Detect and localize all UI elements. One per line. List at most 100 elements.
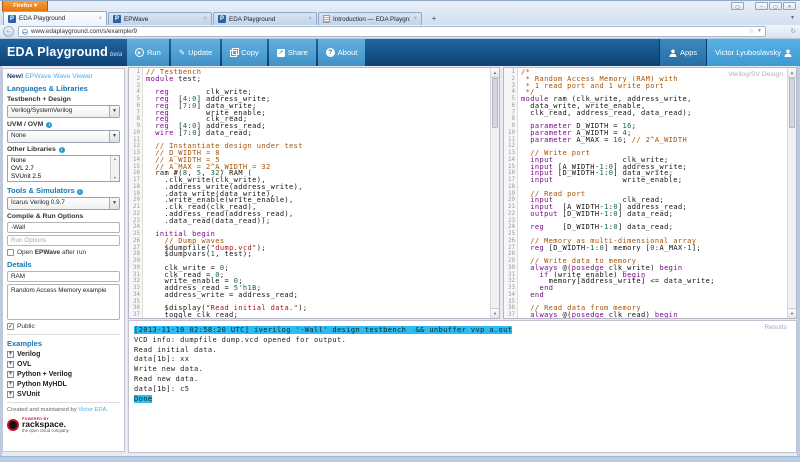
listbox-option-ovl[interactable]: OVL 2.7 [11,165,110,173]
testbench-code-area[interactable]: // Testbenchmodule test; reg clk_write; … [146,69,489,318]
scroll-down-icon[interactable]: ▼ [788,308,796,318]
code-line: * 1 read port and 1 write port [521,83,786,90]
simulator-select[interactable]: Icarus Verilog 0.9.7▼ [7,197,120,210]
compile-options-input[interactable] [7,222,120,233]
tab-close-icon[interactable]: × [413,16,417,22]
share-button[interactable]: ↗Share [269,39,316,66]
rackspace-logo[interactable]: POWERED BY rackspace. the open cloud com… [7,417,120,433]
update-button[interactable]: ✎Update [171,39,220,66]
url-bar[interactable]: ☆ ▼ [18,26,766,37]
scroll-down-icon: ▼ [111,176,119,180]
code-line: memory[address_write] <= data_write; [521,278,786,285]
open-epwave-checkbox[interactable] [7,249,14,256]
info-icon[interactable]: i [77,189,83,195]
code-line: end [521,285,786,292]
other-libraries-listbox[interactable]: None OVL 2.7 SVUnit 2.5 ▲▼ [7,155,120,182]
language-select[interactable]: Verilog/SystemVerilog▼ [7,105,120,118]
code-line: wire [7:0] data_read; [146,130,489,137]
expand-plus-icon[interactable]: + [7,371,14,378]
tab-eda-playground-2[interactable]: P EDA Playground × [213,12,317,25]
back-button[interactable]: ← [3,26,14,37]
design-editor[interactable]: 1234567891011121314151617181920212223242… [503,67,797,319]
scroll-up-icon[interactable]: ▲ [491,68,499,78]
new-tab-button[interactable]: + [426,14,442,25]
line-number: 8 [504,116,517,123]
line-number: 28 [129,251,142,258]
sidebar-item-python-verilog[interactable]: +Python + Verilog [7,370,120,378]
console-line: Read new data. [134,375,784,385]
reload-icon[interactable]: ↻ [791,26,796,37]
line-number: 35 [129,299,142,306]
public-checkbox[interactable]: ✓ [7,323,14,330]
code-line: input write_enable; [521,177,786,184]
line-number: 4 [504,89,517,96]
sidebar-item-python-myhdl[interactable]: +Python MyHDL [7,380,120,388]
apps-button[interactable]: Apps [659,39,706,66]
close-icon[interactable]: ✕ [783,2,796,10]
line-number: 22 [504,211,517,218]
tab-close-icon[interactable]: × [98,16,102,22]
toolbar: ▶Run ✎Update Copy ↗Share ?About [127,39,365,66]
run-button[interactable]: ▶Run [127,39,169,66]
list-all-tabs-icon[interactable]: ▼ [790,15,795,21]
sidebar-item-svunit[interactable]: +SVUnit [7,390,120,398]
line-number: 19 [504,191,517,198]
url-input[interactable] [31,27,745,36]
divider [7,334,120,335]
tab-close-icon[interactable]: × [203,16,207,22]
expand-plus-icon[interactable]: + [7,381,14,388]
run-options-input[interactable] [7,235,120,246]
line-number: 26 [129,238,142,245]
expand-plus-icon[interactable]: + [7,391,14,398]
scrollbar-thumb[interactable] [492,78,498,128]
restore-down-icon[interactable]: ▢ [731,2,744,10]
console-line: Done [134,395,784,405]
uvm-select[interactable]: None▼ [7,130,120,143]
user-menu-button[interactable]: Victor Lyuboslavsky [706,39,800,66]
listbox-option-svunit[interactable]: SVUnit 2.5 [11,173,110,181]
line-number: 16 [129,170,142,177]
navigation-bar: ← ☆ ▼ ↻ [0,25,800,39]
line-number: 32 [129,278,142,285]
info-icon[interactable]: i [59,147,65,153]
copy-button[interactable]: Copy [222,39,267,66]
about-button[interactable]: ?About [318,39,366,66]
browser-chrome: Firefox ▾ ▢ – ▢ ✕ P EDA Playground × P E… [0,1,800,39]
line-number: 25 [129,231,142,238]
scroll-down-icon[interactable]: ▼ [491,308,499,318]
testbench-editor[interactable]: 1234567891011121314151617181920212223242… [128,67,500,319]
sidebar-item-ovl[interactable]: +OVL [7,360,120,368]
description-textarea[interactable]: Random Access Memory example [7,284,120,320]
code-line: always @(posedge clk_read) begin [521,312,786,318]
maximize-icon[interactable]: ▢ [769,2,782,10]
line-number: 11 [129,137,142,144]
scrollbar-thumb[interactable] [789,78,795,128]
listbox-scrollbar[interactable]: ▲▼ [110,156,119,181]
tab-epwave[interactable]: P EPWave × [108,12,212,25]
bookmark-star-icon[interactable]: ☆ [748,26,754,37]
design-code-area[interactable]: /* * Random Access Memory (RAM) with * 1… [521,69,786,318]
testbench-scrollbar[interactable]: ▲ ▼ [490,68,499,318]
line-number: 23 [504,218,517,225]
victor-eda-link[interactable]: Victor EDA. [78,407,108,413]
line-number: 32 [504,278,517,285]
info-icon[interactable]: i [46,122,52,128]
epwave-viewer-link[interactable]: EPWave Wave Viewer [25,73,93,80]
listbox-option-none[interactable]: None [11,157,110,165]
eda-playground-favicon: P [113,15,121,23]
tab-eda-playground-active[interactable]: P EDA Playground × [3,11,107,25]
line-number: 37 [504,312,517,319]
expand-plus-icon[interactable]: + [7,361,14,368]
design-scrollbar[interactable]: ▲ ▼ [787,68,796,318]
tab-introduction-docs[interactable]: Introduction — EDA Playground doc... × [318,12,422,25]
line-number: 21 [129,204,142,211]
line-number: 20 [504,197,517,204]
url-dropdown-icon[interactable]: ▼ [757,26,762,37]
app-logo[interactable]: EDA Playgroundbeta [7,45,122,59]
scroll-up-icon[interactable]: ▲ [788,68,796,78]
minimize-icon[interactable]: – [755,2,768,10]
expand-plus-icon[interactable]: + [7,351,14,358]
sidebar-item-verilog[interactable]: +Verilog [7,350,120,358]
tab-close-icon[interactable]: × [308,16,312,22]
design-name-input[interactable] [7,271,120,282]
